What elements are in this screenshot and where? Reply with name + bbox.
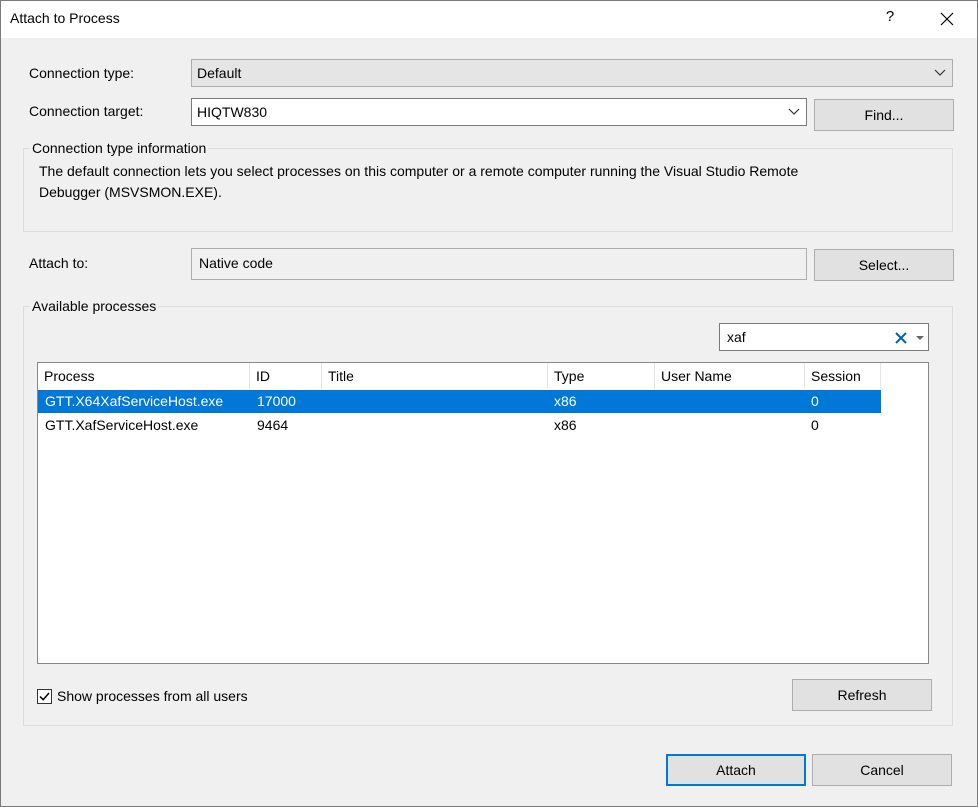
connection-target-input[interactable]: HIQTW830: [191, 98, 807, 126]
attach-to-value: Native code: [199, 255, 273, 271]
close-icon: [940, 12, 954, 26]
cancel-button[interactable]: Cancel: [812, 754, 952, 786]
chevron-down-icon[interactable]: [788, 107, 800, 117]
refresh-button[interactable]: Refresh: [792, 679, 932, 711]
show-all-users-checkbox[interactable]: [37, 689, 52, 704]
column-header-title[interactable]: Title: [322, 363, 548, 389]
column-header-id[interactable]: ID: [250, 363, 322, 389]
table-row[interactable]: GTT.X64XafServiceHost.exe 17000 x86 0: [38, 390, 881, 413]
close-button[interactable]: [933, 6, 961, 32]
find-button[interactable]: Find...: [814, 99, 954, 131]
select-button[interactable]: Select...: [814, 249, 954, 281]
show-all-users-label[interactable]: Show processes from all users: [57, 688, 248, 704]
connection-target-label: Connection target:: [29, 103, 144, 119]
chevron-down-icon: [934, 69, 946, 76]
process-id-cell: 17000: [257, 393, 296, 409]
connection-info-text-1: The default connection lets you select p…: [39, 163, 799, 179]
connection-type-value: Default: [197, 65, 242, 81]
process-list[interactable]: Process ID Title Type User Name Session …: [37, 362, 929, 664]
connection-target-value: HIQTW830: [197, 104, 268, 120]
clear-filter-icon[interactable]: [895, 332, 907, 344]
column-header-session[interactable]: Session: [805, 363, 881, 389]
connection-info-group-label: Connection type information: [30, 140, 209, 156]
help-button[interactable]: ?: [880, 8, 900, 28]
available-processes-label: Available processes: [30, 298, 159, 314]
connection-type-select[interactable]: Default: [191, 59, 953, 87]
process-session-cell: 0: [811, 417, 819, 433]
column-header-user-name[interactable]: User Name: [655, 363, 805, 389]
process-type-cell: x86: [554, 417, 577, 433]
attach-button[interactable]: Attach: [666, 754, 806, 786]
attach-to-field: Native code: [191, 248, 807, 280]
process-session-cell: 0: [811, 393, 819, 409]
process-type-cell: x86: [554, 393, 577, 409]
table-row[interactable]: GTT.XafServiceHost.exe 9464 x86 0: [38, 414, 881, 437]
column-header-process[interactable]: Process: [38, 363, 250, 389]
title-bar: [0, 0, 978, 38]
attach-to-label: Attach to:: [29, 255, 89, 271]
checkmark-icon: [39, 692, 50, 701]
process-name-cell: GTT.X64XafServiceHost.exe: [45, 393, 224, 409]
connection-type-label: Connection type:: [29, 65, 135, 81]
filter-dropdown-icon[interactable]: [915, 334, 925, 342]
connection-info-text-2: Debugger (MSVSMON.EXE).: [39, 184, 222, 200]
window-title: Attach to Process: [10, 10, 120, 26]
column-header-type[interactable]: Type: [548, 363, 655, 389]
process-filter-box[interactable]: xaf: [719, 323, 929, 351]
process-filter-input[interactable]: xaf: [727, 329, 746, 345]
process-name-cell: GTT.XafServiceHost.exe: [45, 417, 199, 433]
process-id-cell: 9464: [257, 417, 289, 433]
